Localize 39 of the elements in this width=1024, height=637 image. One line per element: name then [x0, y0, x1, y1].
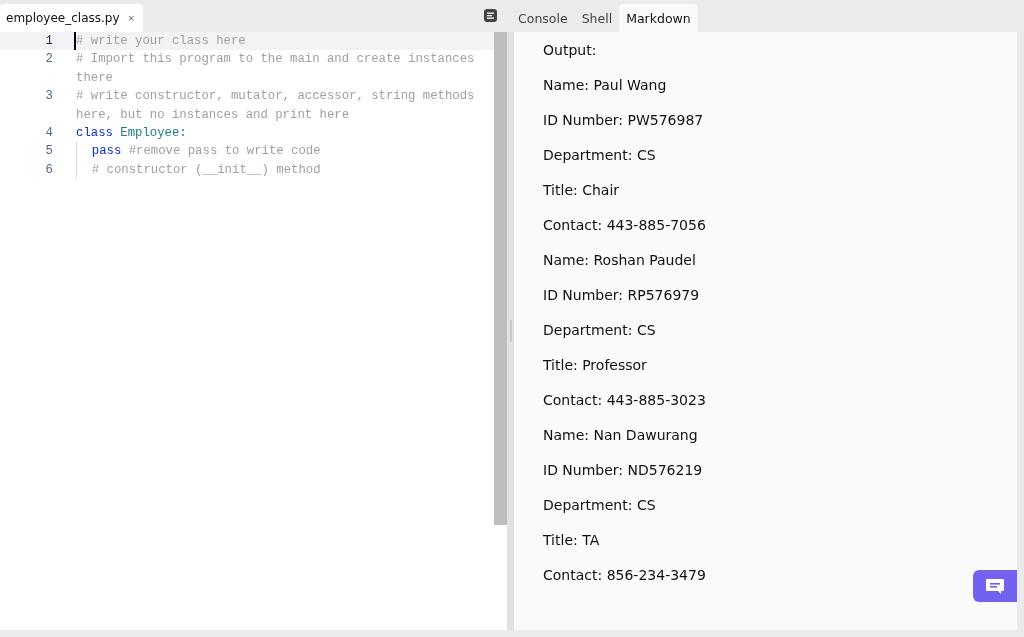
- line-number: 4: [44, 125, 53, 143]
- output-tab[interactable]: Console: [511, 4, 575, 32]
- output-line: Department: CS: [543, 496, 656, 515]
- code-line: # constructor (__init__) method: [76, 160, 481, 180]
- output-line: Department: CS: [543, 321, 656, 340]
- line-number: 3: [44, 88, 53, 106]
- chat-icon: [985, 577, 1005, 595]
- file-name: employee_class.py: [6, 11, 120, 25]
- output-line: Title: TA: [543, 531, 600, 550]
- output-line: Department: CS: [543, 146, 656, 165]
- line-number: 6: [44, 161, 53, 179]
- file-tab[interactable]: employee_class.py ×: [0, 4, 144, 32]
- output-tab[interactable]: Shell: [574, 4, 620, 32]
- output-line: Output:: [543, 41, 597, 60]
- code-line: # Import this program to the main and create instances there: [76, 51, 476, 87]
- output-line: Contact: 443-885-7056: [543, 216, 706, 235]
- output-line: Contact: 443-885-3023: [543, 391, 706, 410]
- output-line: Contact: 856-234-3479: [543, 566, 706, 585]
- output-line: Title: Professor: [543, 356, 647, 375]
- output-tab[interactable]: Markdown: [619, 4, 698, 32]
- output-line: Name: Roshan Paudel: [543, 251, 696, 270]
- split-handle[interactable]: [507, 32, 514, 630]
- line-number: 2: [44, 51, 53, 69]
- line-number: 1: [44, 33, 53, 50]
- close-icon[interactable]: ×: [127, 13, 136, 23]
- chat-button[interactable]: [973, 570, 1017, 602]
- output-line: Name: Nan Dawurang: [543, 426, 698, 445]
- code-line: # write constructor, mutator, accessor, string methods here, but no instances and print here: [76, 88, 476, 124]
- output-line: ID Number: RP576979: [543, 286, 700, 305]
- output-line: Name: Paul Wang: [543, 76, 667, 95]
- code-line: class Employee:: [76, 125, 188, 143]
- code-line: # write your class here: [74, 32, 481, 51]
- line-number: 5: [44, 143, 53, 161]
- output-line: ID Number: ND576219: [543, 461, 703, 480]
- output-line: Title: Chair: [543, 181, 620, 200]
- output-line: ID Number: PW576987: [543, 111, 704, 130]
- code-line: pass #remove pass to write code: [76, 142, 481, 161]
- scrollbar[interactable]: [494, 32, 507, 525]
- code-editor[interactable]: [0, 32, 507, 630]
